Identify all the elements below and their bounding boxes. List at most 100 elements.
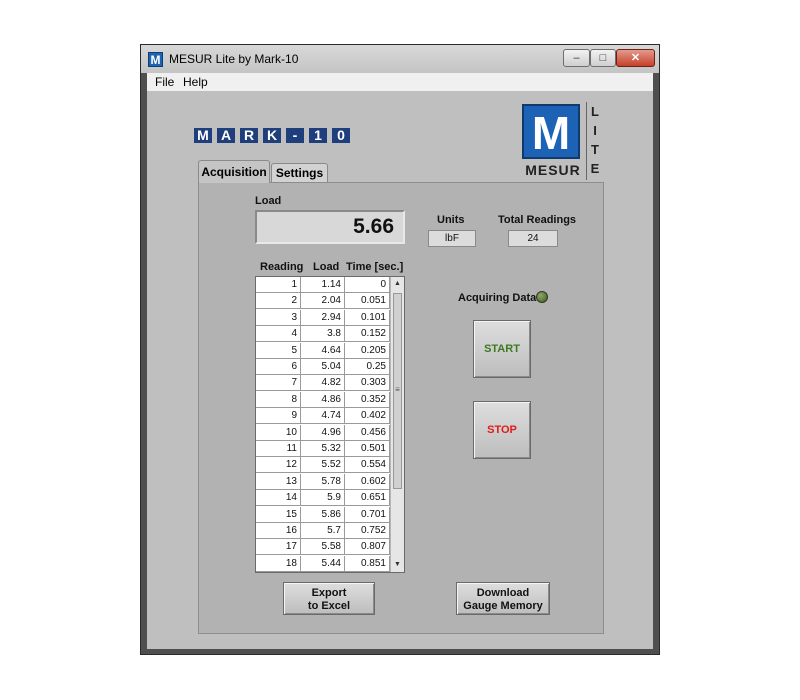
total-readings-label: Total Readings [498,214,577,226]
table-row[interactable]: 7 4.82 0.303 [256,375,390,392]
export-label-line2: to Excel [307,600,351,612]
menu-file[interactable]: File [155,75,174,89]
cell-time: 0.752 [345,523,390,539]
cell-reading: 14 [256,490,301,507]
units-label: Units [437,214,465,226]
minimize-button[interactable]: – [563,49,590,67]
table-row[interactable]: 2 2.04 0.051 [256,293,390,310]
scroll-thumb[interactable]: ≡ [393,293,402,489]
table-row[interactable]: 11 5.32 0.501 [256,441,390,457]
maximize-button[interactable]: □ [590,49,616,67]
table-row[interactable]: 18 5.44 0.851 [256,555,390,572]
title-bar[interactable]: M MESUR Lite by Mark-10 – □ ✕ [141,45,659,73]
cell-reading: 3 [256,309,301,326]
export-label-line1: Export [311,587,347,599]
table-row[interactable]: 6 5.04 0.25 [256,359,390,375]
cell-load: 2.04 [301,293,345,310]
cell-time: 0 [345,277,390,293]
table-row[interactable]: 1 1.14 0 [256,277,390,293]
logo-letter: A [215,126,237,145]
mesur-lite-logo: M MESUR L I T E [522,100,614,185]
lite-letter: I [593,123,597,138]
table-row[interactable]: 4 3.8 0.152 [256,326,390,343]
table-row[interactable]: 9 4.74 0.402 [256,408,390,425]
mesur-wordmark: MESUR [525,162,581,178]
tab-acquisition[interactable]: Acquisition [198,160,270,183]
logo-letter: 0 [330,126,352,145]
table-row[interactable]: 17 5.58 0.807 [256,539,390,556]
scroll-up-icon[interactable]: ▲ [391,277,404,291]
table-row[interactable]: 14 5.9 0.651 [256,490,390,507]
table-scrollbar[interactable]: ▲ ≡ ▼ [390,277,404,572]
cell-load: 4.74 [301,408,345,425]
cell-load: 5.58 [301,539,345,556]
cell-load: 4.64 [301,342,345,359]
acquiring-data-label: Acquiring Data [458,292,537,304]
export-to-excel-button[interactable]: Export to Excel [283,582,375,615]
stop-button[interactable]: STOP [473,401,531,459]
cell-reading: 1 [256,277,301,293]
lite-letter: E [590,161,600,176]
column-header-reading: Reading [260,261,304,273]
units-value: lbF [428,230,476,247]
lite-letter: T [591,142,599,157]
cell-load: 5.52 [301,457,345,474]
cell-reading: 13 [256,473,301,490]
table-row[interactable]: 10 4.96 0.456 [256,424,390,441]
cell-time: 0.152 [345,326,390,343]
download-label-line1: Download [476,587,530,599]
acquiring-led-indicator [536,291,548,303]
cell-time: 0.303 [345,375,390,392]
grip-icon: ≡ [395,385,400,394]
cell-load: 4.82 [301,375,345,392]
cell-reading: 17 [256,539,301,556]
cell-reading: 2 [256,293,301,310]
start-button[interactable]: START [473,320,531,378]
table-row[interactable]: 8 4.86 0.352 [256,391,390,408]
cell-reading: 8 [256,391,301,408]
cell-time: 0.051 [345,293,390,310]
load-display: 5.66 [255,210,405,244]
cell-time: 0.501 [345,441,390,457]
cell-time: 0.651 [345,490,390,507]
cell-load: 5.04 [301,359,345,375]
readings-table[interactable]: 1 1.14 0 2 2.04 0.051 3 2.94 0.101 4 3.8 0.152 5 4.64… [255,276,405,573]
download-label-line2: Gauge Memory [463,600,543,612]
mesur-m-mark: M [522,104,580,159]
cell-load: 5.7 [301,523,345,539]
cell-time: 0.851 [345,555,390,572]
cell-load: 2.94 [301,309,345,326]
mark10-logo: MARK-10 [192,126,353,145]
cell-time: 0.554 [345,457,390,474]
table-row[interactable]: 13 5.78 0.602 [256,473,390,490]
cell-load: 1.14 [301,277,345,293]
table-row[interactable]: 15 5.86 0.701 [256,506,390,523]
cell-reading: 4 [256,326,301,343]
cell-load: 5.78 [301,473,345,490]
menu-help[interactable]: Help [183,75,208,89]
table-row[interactable]: 3 2.94 0.101 [256,309,390,326]
cell-time: 0.456 [345,424,390,441]
cell-reading: 5 [256,342,301,359]
logo-letter: M [192,126,214,145]
cell-time: 0.402 [345,408,390,425]
lite-wordmark: L I T E [586,102,603,180]
cell-reading: 6 [256,359,301,375]
cell-time: 0.205 [345,342,390,359]
cell-reading: 9 [256,408,301,425]
menu-bar: File Help [147,73,653,91]
table-row[interactable]: 5 4.64 0.205 [256,342,390,359]
scroll-down-icon[interactable]: ▼ [391,558,404,572]
cell-reading: 15 [256,506,301,523]
logo-letter: R [238,126,260,145]
tab-settings[interactable]: Settings [271,163,328,183]
table-row[interactable]: 16 5.7 0.752 [256,523,390,539]
cell-reading: 16 [256,523,301,539]
cell-load: 5.44 [301,555,345,572]
cell-load: 5.86 [301,506,345,523]
cell-time: 0.352 [345,391,390,408]
table-row[interactable]: 12 5.52 0.554 [256,457,390,474]
download-gauge-memory-button[interactable]: Download Gauge Memory [456,582,550,615]
close-button[interactable]: ✕ [616,49,655,67]
lite-letter: L [591,104,599,119]
